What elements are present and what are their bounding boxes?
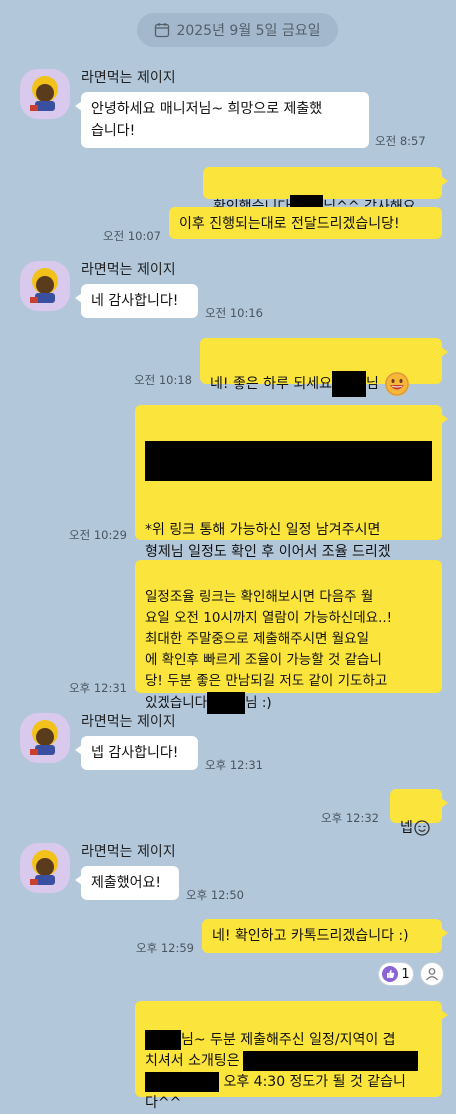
avatar[interactable] (20, 69, 70, 119)
avatar[interactable] (20, 713, 70, 763)
message-time: 오전 10:29 (69, 528, 127, 542)
read-by-button[interactable] (420, 962, 444, 986)
redacted-link (145, 441, 432, 481)
character-avatar-icon (30, 850, 58, 885)
reaction-badge[interactable]: 1 (378, 962, 414, 986)
message-time: 오전 10:18 (134, 373, 192, 387)
message-bubble[interactable]: 확인했습니다님^^ 감사해요 (203, 167, 448, 219)
thumbs-up-icon (382, 966, 399, 982)
character-avatar-icon (30, 268, 58, 303)
sender-name: 라면먹는 제이지 (81, 714, 176, 730)
avatar[interactable] (20, 261, 70, 311)
message-time: 오전 8:57 (375, 134, 426, 148)
message-time: 오후 12:50 (186, 888, 244, 902)
date-label: 2025년 9월 5일 금요일 (176, 23, 321, 39)
character-avatar-icon (30, 76, 58, 111)
character-avatar-icon (30, 720, 58, 755)
redacted-name (207, 692, 246, 714)
message-text: 네! 좋은 하루 되세요 (210, 376, 333, 392)
message-bubble[interactable]: 안녕하세요 매니저님~ 희망으로 제출했 습니다! (75, 92, 369, 148)
message-bubble[interactable]: 네 감사합니다! (75, 284, 198, 318)
message-bubble[interactable]: 이후 진행되는대로 전달드리겠습니당! (169, 207, 442, 239)
calendar-icon (155, 23, 170, 38)
message-time: 오전 10:16 (205, 306, 263, 320)
redacted-name (332, 371, 367, 397)
message-text: 넵 (400, 820, 413, 836)
message-time: 오후 12:31 (69, 681, 127, 695)
message-bubble[interactable]: 제출했어요! (75, 866, 179, 900)
message-text: 님 (366, 376, 379, 392)
message-bubble[interactable]: 넵 감사합니다! (75, 736, 198, 770)
message-time: 오전 10:07 (103, 229, 161, 243)
person-icon (426, 968, 438, 981)
message-time: 오후 12:59 (136, 941, 194, 955)
message-bubble[interactable]: *위 링크 통해 가능하신 일정 남겨주시면 형제님 일정도 확인 후 이어서 … (135, 405, 448, 582)
avatar[interactable] (20, 843, 70, 893)
sender-name: 라면먹는 제이지 (81, 70, 176, 86)
grinning-face-icon (384, 372, 409, 396)
message-text: 일정조율 링크는 확인해보시면 다음주 월 요일 오전 10시까지 열람이 가능… (145, 589, 393, 711)
message-bubble[interactable]: 네! 좋은 하루 되세요 님 (200, 338, 448, 397)
message-bubble[interactable]: 님~ 두분 제출해주신 일정/지역이 겹 치셔서 소개팅은 오후 4:30 정도… (135, 1001, 448, 1111)
message-bubble[interactable]: 일정조율 링크는 확인해보시면 다음주 월 요일 오전 10시까지 열람이 가능… (135, 560, 442, 714)
redacted-name (145, 1072, 219, 1092)
message-time: 오후 12:32 (321, 811, 379, 825)
message-time: 오후 12:31 (205, 758, 263, 772)
message-bubble[interactable]: 넵 (390, 789, 448, 836)
redacted-name (242, 1051, 418, 1071)
smiling-face-icon (414, 820, 430, 836)
date-divider: 2025년 9월 5일 금요일 (137, 13, 338, 47)
sender-name: 라면먹는 제이지 (81, 262, 176, 278)
redacted-name (145, 1030, 181, 1050)
message-bubble[interactable]: 네! 확인하고 카톡드리겠습니다 :) (202, 919, 448, 953)
reaction-count: 1 (401, 966, 410, 982)
sender-name: 라면먹는 제이지 (81, 844, 176, 860)
message-text: 님 :) (245, 695, 272, 711)
